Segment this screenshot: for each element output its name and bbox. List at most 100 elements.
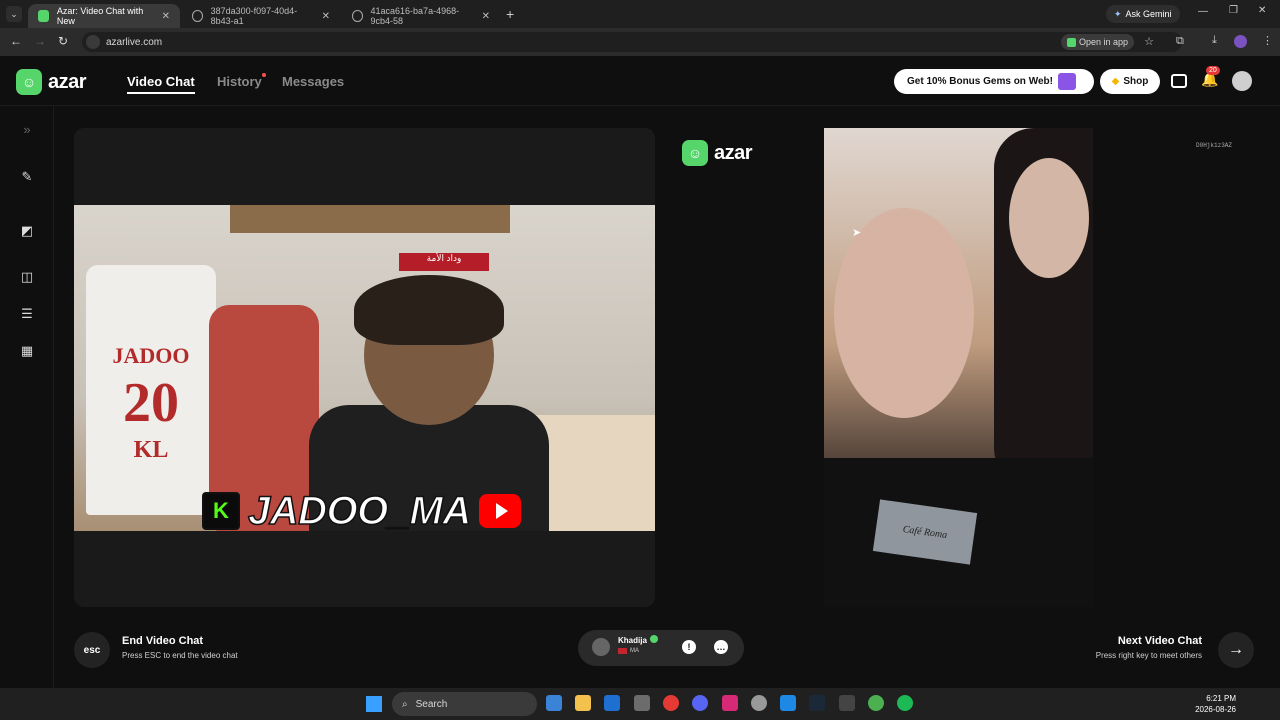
- tab-title: 387da300-f097-40d4-8b43-a1: [210, 6, 298, 26]
- extensions-icon[interactable]: ⧉: [1176, 35, 1184, 48]
- end-video-title[interactable]: End Video Chat: [122, 635, 203, 647]
- chat-bubble-icon[interactable]: …: [714, 640, 728, 654]
- nav-messages[interactable]: Messages: [282, 74, 344, 89]
- bookmark-star-icon[interactable]: ☆: [1144, 35, 1154, 48]
- url-field[interactable]: azarlive.com Open in app ☆: [82, 32, 1182, 52]
- windows-taskbar: ⌕ Search 6:21 PM 2026-08-26: [0, 688, 1280, 720]
- tab-close-icon[interactable]: ✕: [162, 11, 170, 22]
- open-in-app-button[interactable]: Open in app: [1060, 34, 1134, 50]
- logo-text: azar: [48, 70, 87, 93]
- history-dot-icon: [262, 73, 266, 77]
- layout-grid-icon[interactable]: ▦: [18, 342, 36, 360]
- blue-app-icon[interactable]: [780, 695, 796, 711]
- end-video-hint: Press ESC to end the video chat: [122, 651, 238, 660]
- clock-date: 2026-08-26: [1195, 705, 1236, 714]
- azar-center-logo: ☺ azar: [682, 140, 753, 166]
- outlook-icon[interactable]: [604, 695, 620, 711]
- center-logo-text: azar: [714, 141, 753, 164]
- instagram-icon[interactable]: [722, 695, 738, 711]
- jersey: JADOO 20 KL: [86, 265, 216, 515]
- browser-tab-strip: ⌄ Azar: Video Chat with New ✕ 387da300-f…: [0, 0, 1280, 28]
- esc-button[interactable]: esc: [74, 632, 110, 668]
- tool-app-icon[interactable]: [751, 695, 767, 711]
- tab-search-menu[interactable]: ⌄: [6, 6, 22, 22]
- discord-icon[interactable]: [692, 695, 708, 711]
- user-avatar-icon[interactable]: [1232, 71, 1252, 91]
- verified-icon: [650, 635, 658, 643]
- reload-icon[interactable]: ↻: [58, 34, 68, 48]
- magic-wand-icon[interactable]: ✎: [18, 168, 36, 186]
- shop-label: Shop: [1123, 76, 1149, 87]
- clock-time: 6:21 PM: [1206, 694, 1236, 703]
- country-code: MA: [630, 648, 639, 654]
- wall-scarf: وداد الأمة: [399, 253, 489, 271]
- layout-side-by-side-icon[interactable]: ◫: [18, 268, 36, 286]
- profile-avatar[interactable]: [1234, 35, 1247, 48]
- layout-stacked-icon[interactable]: ☰: [18, 305, 36, 323]
- kick-logo-icon: K: [202, 492, 240, 530]
- webcam-feed: JADOO 20 KL وداد الأمة: [74, 205, 655, 531]
- jersey-name: JADOO: [112, 343, 190, 368]
- gallery-app-icon[interactable]: [546, 695, 562, 711]
- spotify-icon[interactable]: [897, 695, 913, 711]
- morocco-flag-icon: [618, 648, 627, 654]
- taskbar-search[interactable]: ⌕ Search: [392, 692, 537, 716]
- youtube-logo-icon: [478, 494, 521, 528]
- chrome-icon[interactable]: [663, 695, 679, 711]
- globe-icon: [352, 10, 363, 22]
- azar-logo[interactable]: ☺ azar: [16, 69, 87, 95]
- download-icon[interactable]: ⤓: [1212, 34, 1217, 47]
- notification-count-badge: 20: [1206, 66, 1220, 75]
- partner-avatar[interactable]: [592, 638, 610, 656]
- shop-button[interactable]: ◆ Shop: [1100, 69, 1160, 94]
- site-info-icon[interactable]: [86, 35, 100, 49]
- next-arrow-button[interactable]: →: [1218, 632, 1254, 668]
- sticker-icon[interactable]: ◩: [18, 222, 36, 240]
- url-text: azarlive.com: [106, 36, 163, 48]
- azar-logo-icon: ☺: [16, 69, 42, 95]
- expand-chevrons-icon[interactable]: »: [18, 120, 36, 138]
- minimize-button[interactable]: —: [1198, 6, 1208, 17]
- tab-3[interactable]: 41aca616-ba7a-4968-9cb4-58 ✕: [342, 4, 500, 28]
- partner-feed: Café Roma: [824, 128, 1093, 607]
- system-clock[interactable]: 6:21 PM 2026-08-26: [1195, 693, 1236, 715]
- tab-close-icon[interactable]: ✕: [322, 11, 330, 22]
- steam-icon[interactable]: [809, 695, 825, 711]
- tab-close-icon[interactable]: ✕: [482, 11, 490, 22]
- windows-start-icon[interactable]: [366, 696, 382, 712]
- partner-face-2: [1009, 158, 1089, 278]
- capcut-icon[interactable]: [839, 695, 855, 711]
- new-tab-button[interactable]: +: [506, 6, 514, 22]
- restore-button[interactable]: ❐: [1229, 5, 1238, 16]
- report-shield-icon[interactable]: !: [682, 640, 696, 654]
- next-video-title[interactable]: Next Video Chat: [1118, 635, 1202, 647]
- nav-history[interactable]: History: [217, 74, 262, 89]
- close-window-button[interactable]: ✕: [1258, 5, 1266, 16]
- bonus-gems-button[interactable]: Get 10% Bonus Gems on Web!: [894, 69, 1094, 94]
- partner-info-pill[interactable]: Khadija MA ! …: [578, 630, 744, 666]
- streamer-handle: JADOO_MA: [247, 488, 472, 534]
- partner-name: Khadija: [618, 636, 647, 645]
- taskbar-search-label: Search: [415, 698, 448, 710]
- gem-icon: ◆: [1111, 76, 1120, 87]
- back-icon[interactable]: ←: [10, 34, 22, 48]
- tab-title: Azar: Video Chat with New: [56, 6, 144, 26]
- ask-gemini-button[interactable]: ✦ Ask Gemini: [1106, 5, 1180, 23]
- partner-video-panel: Café Roma: [824, 128, 1093, 607]
- top-nav: ☺ azar Video Chat History Messages Get 1…: [0, 56, 1280, 106]
- tab-title: 41aca616-ba7a-4968-9cb4-58: [370, 6, 460, 26]
- browser-menu-icon[interactable]: ⋮: [1262, 34, 1273, 47]
- ask-gemini-label: Ask Gemini: [1125, 9, 1172, 19]
- file-explorer-icon[interactable]: [575, 695, 591, 711]
- forward-icon[interactable]: →: [34, 34, 46, 48]
- nav-video-chat[interactable]: Video Chat: [127, 74, 195, 94]
- cursor-icon: ➤: [852, 227, 862, 239]
- chrome-active-icon[interactable]: [868, 695, 884, 711]
- partner-face-1: [834, 208, 974, 418]
- streamer-banner: K JADOO_MA: [202, 488, 534, 534]
- store-icon[interactable]: [634, 695, 650, 711]
- tab-2[interactable]: 387da300-f097-40d4-8b43-a1 ✕: [182, 4, 340, 28]
- inbox-icon[interactable]: [1171, 74, 1187, 88]
- partner-country: MA: [618, 648, 639, 654]
- tab-azar[interactable]: Azar: Video Chat with New ✕: [28, 4, 180, 28]
